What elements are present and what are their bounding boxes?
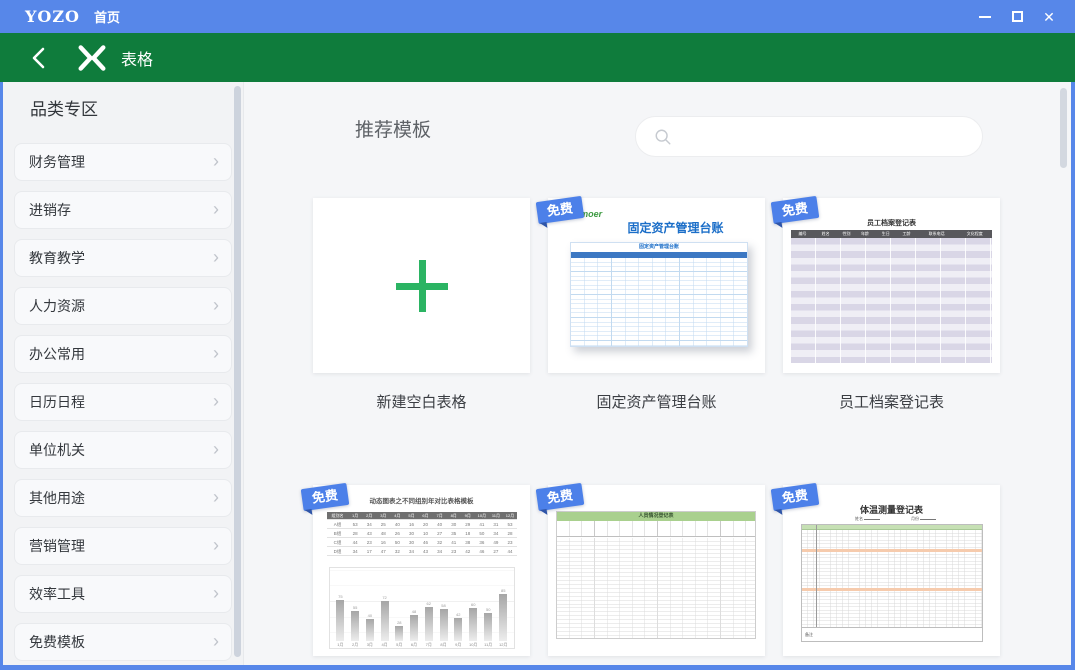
chevron-right-icon: › xyxy=(213,296,219,314)
thumb-table-grid xyxy=(802,530,982,627)
thumb-table-header xyxy=(557,521,755,537)
sidebar-item-calendar[interactable]: 日历日程 › xyxy=(14,383,232,421)
minimize-icon xyxy=(979,16,991,18)
thumb-sheet-title: 人员情况登记表 xyxy=(557,512,755,521)
sidebar-item-label: 营销管理 xyxy=(29,536,85,556)
thumb-sheet: 备注 xyxy=(801,524,983,642)
chevron-right-icon: › xyxy=(213,392,219,410)
sidebar-item-label: 进销存 xyxy=(29,200,71,220)
sidebar-item-finance[interactable]: 财务管理 › xyxy=(14,143,232,181)
thumb-sheet: 固定资产管理台账 xyxy=(570,242,748,347)
plus-icon xyxy=(396,260,448,312)
section-title: 推荐模板 xyxy=(355,115,431,142)
free-badge: 免费 xyxy=(536,483,585,511)
chevron-right-icon: › xyxy=(213,152,219,170)
search-input[interactable] xyxy=(680,117,982,156)
sidebar-item-label: 单位机关 xyxy=(29,440,85,460)
template-card-temperature[interactable]: 免费 体温测量登记表 姓名 月份 备注 xyxy=(783,485,1000,656)
month-field-label: 月份 xyxy=(911,516,919,521)
card-caption: 新建空白表格 xyxy=(313,391,530,412)
sidebar-item-label: 教育教学 xyxy=(29,248,85,268)
thumb-sheet: 编号姓名性别年龄生日工龄联系电话文化程度 xyxy=(791,230,992,363)
sidebar-item-efficiency[interactable]: 效率工具 › xyxy=(14,575,232,613)
sidebar-item-office[interactable]: 办公常用 › xyxy=(14,335,232,373)
sidebar-item-label: 日历日程 xyxy=(29,392,85,412)
search-icon xyxy=(654,128,672,146)
sidebar-item-other[interactable]: 其他用途 › xyxy=(14,479,232,517)
sidebar-item-label: 免费模板 xyxy=(29,632,85,652)
sidebar-item-label: 财务管理 xyxy=(29,152,85,172)
sidebar-item-label: 人力资源 xyxy=(29,296,85,316)
left-column-divider xyxy=(816,525,817,627)
body-area: 品类专区 财务管理 › 进销存 › 教育教学 › 人力资源 › 办公常用 › 日历日程 › … xyxy=(3,82,1071,665)
chevron-right-icon: › xyxy=(213,488,219,506)
template-card-employee-file[interactable]: 免费 员工档案登记表 编号姓名性别年龄生日工龄联系电话文化程度 xyxy=(783,198,1000,373)
note-row: 备注 xyxy=(802,627,982,641)
titlebar: YOZO 首页 ✕ xyxy=(0,0,1075,33)
chevron-right-icon: › xyxy=(213,632,219,650)
search-box[interactable] xyxy=(635,116,983,157)
sidebar-item-organization[interactable]: 单位机关 › xyxy=(14,431,232,469)
sidebar-scrollbar[interactable] xyxy=(234,86,241,657)
thumb-sheet-title: 固定资产管理台账 xyxy=(571,243,747,252)
template-card-dynamic-chart[interactable]: 免费 动态图表之不同组别年对比表格模板 组别名1月2月3月4月5月6月7月8月9… xyxy=(313,485,530,656)
free-badge: 免费 xyxy=(301,483,350,511)
card-caption: 固定资产管理台账 xyxy=(548,391,765,412)
titlebar-page-tab[interactable]: 首页 xyxy=(94,7,120,26)
template-card-blank[interactable] xyxy=(313,198,530,373)
note-label: 备注 xyxy=(805,632,813,638)
app-header: 表格 xyxy=(0,33,1075,82)
app-name-label: 表格 xyxy=(121,46,153,70)
category-sidebar: 品类专区 财务管理 › 进销存 › 教育教学 › 人力资源 › 办公常用 › 日历日程 › … xyxy=(3,82,244,665)
chevron-right-icon: › xyxy=(213,248,219,266)
minimize-button[interactable] xyxy=(969,4,1001,30)
template-card-asset-ledger[interactable]: 免费 Yomoer 固定资产管理台账 固定资产管理台账 xyxy=(548,198,765,373)
sidebar-item-hr[interactable]: 人力资源 › xyxy=(14,287,232,325)
close-button[interactable]: ✕ xyxy=(1033,4,1065,30)
chevron-right-icon: › xyxy=(213,440,219,458)
sidebar-item-inventory[interactable]: 进销存 › xyxy=(14,191,232,229)
name-field-label: 姓名 xyxy=(855,516,863,521)
spreadsheet-app-logo-icon xyxy=(75,43,109,73)
app-logo-text: YOZO xyxy=(25,7,80,26)
sidebar-item-education[interactable]: 教育教学 › xyxy=(14,239,232,277)
back-button[interactable] xyxy=(25,45,51,71)
template-card-personnel[interactable]: 免费 人员情况登记表 xyxy=(548,485,765,656)
thumb-sheet: 人员情况登记表 xyxy=(556,511,756,639)
thumb-table-grid xyxy=(557,538,755,638)
sidebar-item-marketing[interactable]: 营销管理 › xyxy=(14,527,232,565)
chevron-right-icon: › xyxy=(213,200,219,218)
sidebar-item-label: 其他用途 xyxy=(29,488,85,508)
sidebar-item-free-templates[interactable]: 免费模板 › xyxy=(14,623,232,661)
window-controls: ✕ xyxy=(969,0,1065,33)
sidebar-item-label: 办公常用 xyxy=(29,344,85,364)
employee-table-header: 编号姓名性别年龄生日工龄联系电话文化程度 xyxy=(791,230,992,238)
sidebar-item-label: 效率工具 xyxy=(29,584,85,604)
app-window: YOZO 首页 ✕ 表格 品类专区 财务管理 › 进销存 › 教育教学 › 人力资源 ›… xyxy=(0,0,1075,670)
chevron-left-icon xyxy=(30,46,46,70)
thumb-title: 固定资产管理台账 xyxy=(548,219,765,236)
sidebar-section-title: 品类专区 xyxy=(30,95,98,120)
chevron-right-icon: › xyxy=(213,536,219,554)
maximize-icon xyxy=(1012,11,1023,22)
highlight-row xyxy=(802,588,982,591)
template-gallery: 推荐模板 免费 Yomoer 固定资产管理台账 固定资产管理台账 xyxy=(244,82,1071,665)
group-table: 组别名1月2月3月4月5月6月7月8月9月10月11月12月A组53342540… xyxy=(327,512,517,556)
chevron-right-icon: › xyxy=(213,344,219,362)
highlight-row xyxy=(802,549,982,552)
maximize-button[interactable] xyxy=(1001,4,1033,30)
thumb-table-grid xyxy=(571,258,747,346)
chevron-right-icon: › xyxy=(213,584,219,602)
mini-bar-chart: 751月552月403月724月285月486月627月588月429月6010… xyxy=(329,567,515,649)
card-caption: 员工档案登记表 xyxy=(783,391,1000,412)
sidebar-list: 财务管理 › 进销存 › 教育教学 › 人力资源 › 办公常用 › 日历日程 › 单位机关 ›… xyxy=(14,143,232,661)
main-scrollbar[interactable] xyxy=(1060,88,1067,168)
thumb-table-grid xyxy=(791,238,992,363)
thumb-title: 员工档案登记表 xyxy=(783,218,1000,228)
